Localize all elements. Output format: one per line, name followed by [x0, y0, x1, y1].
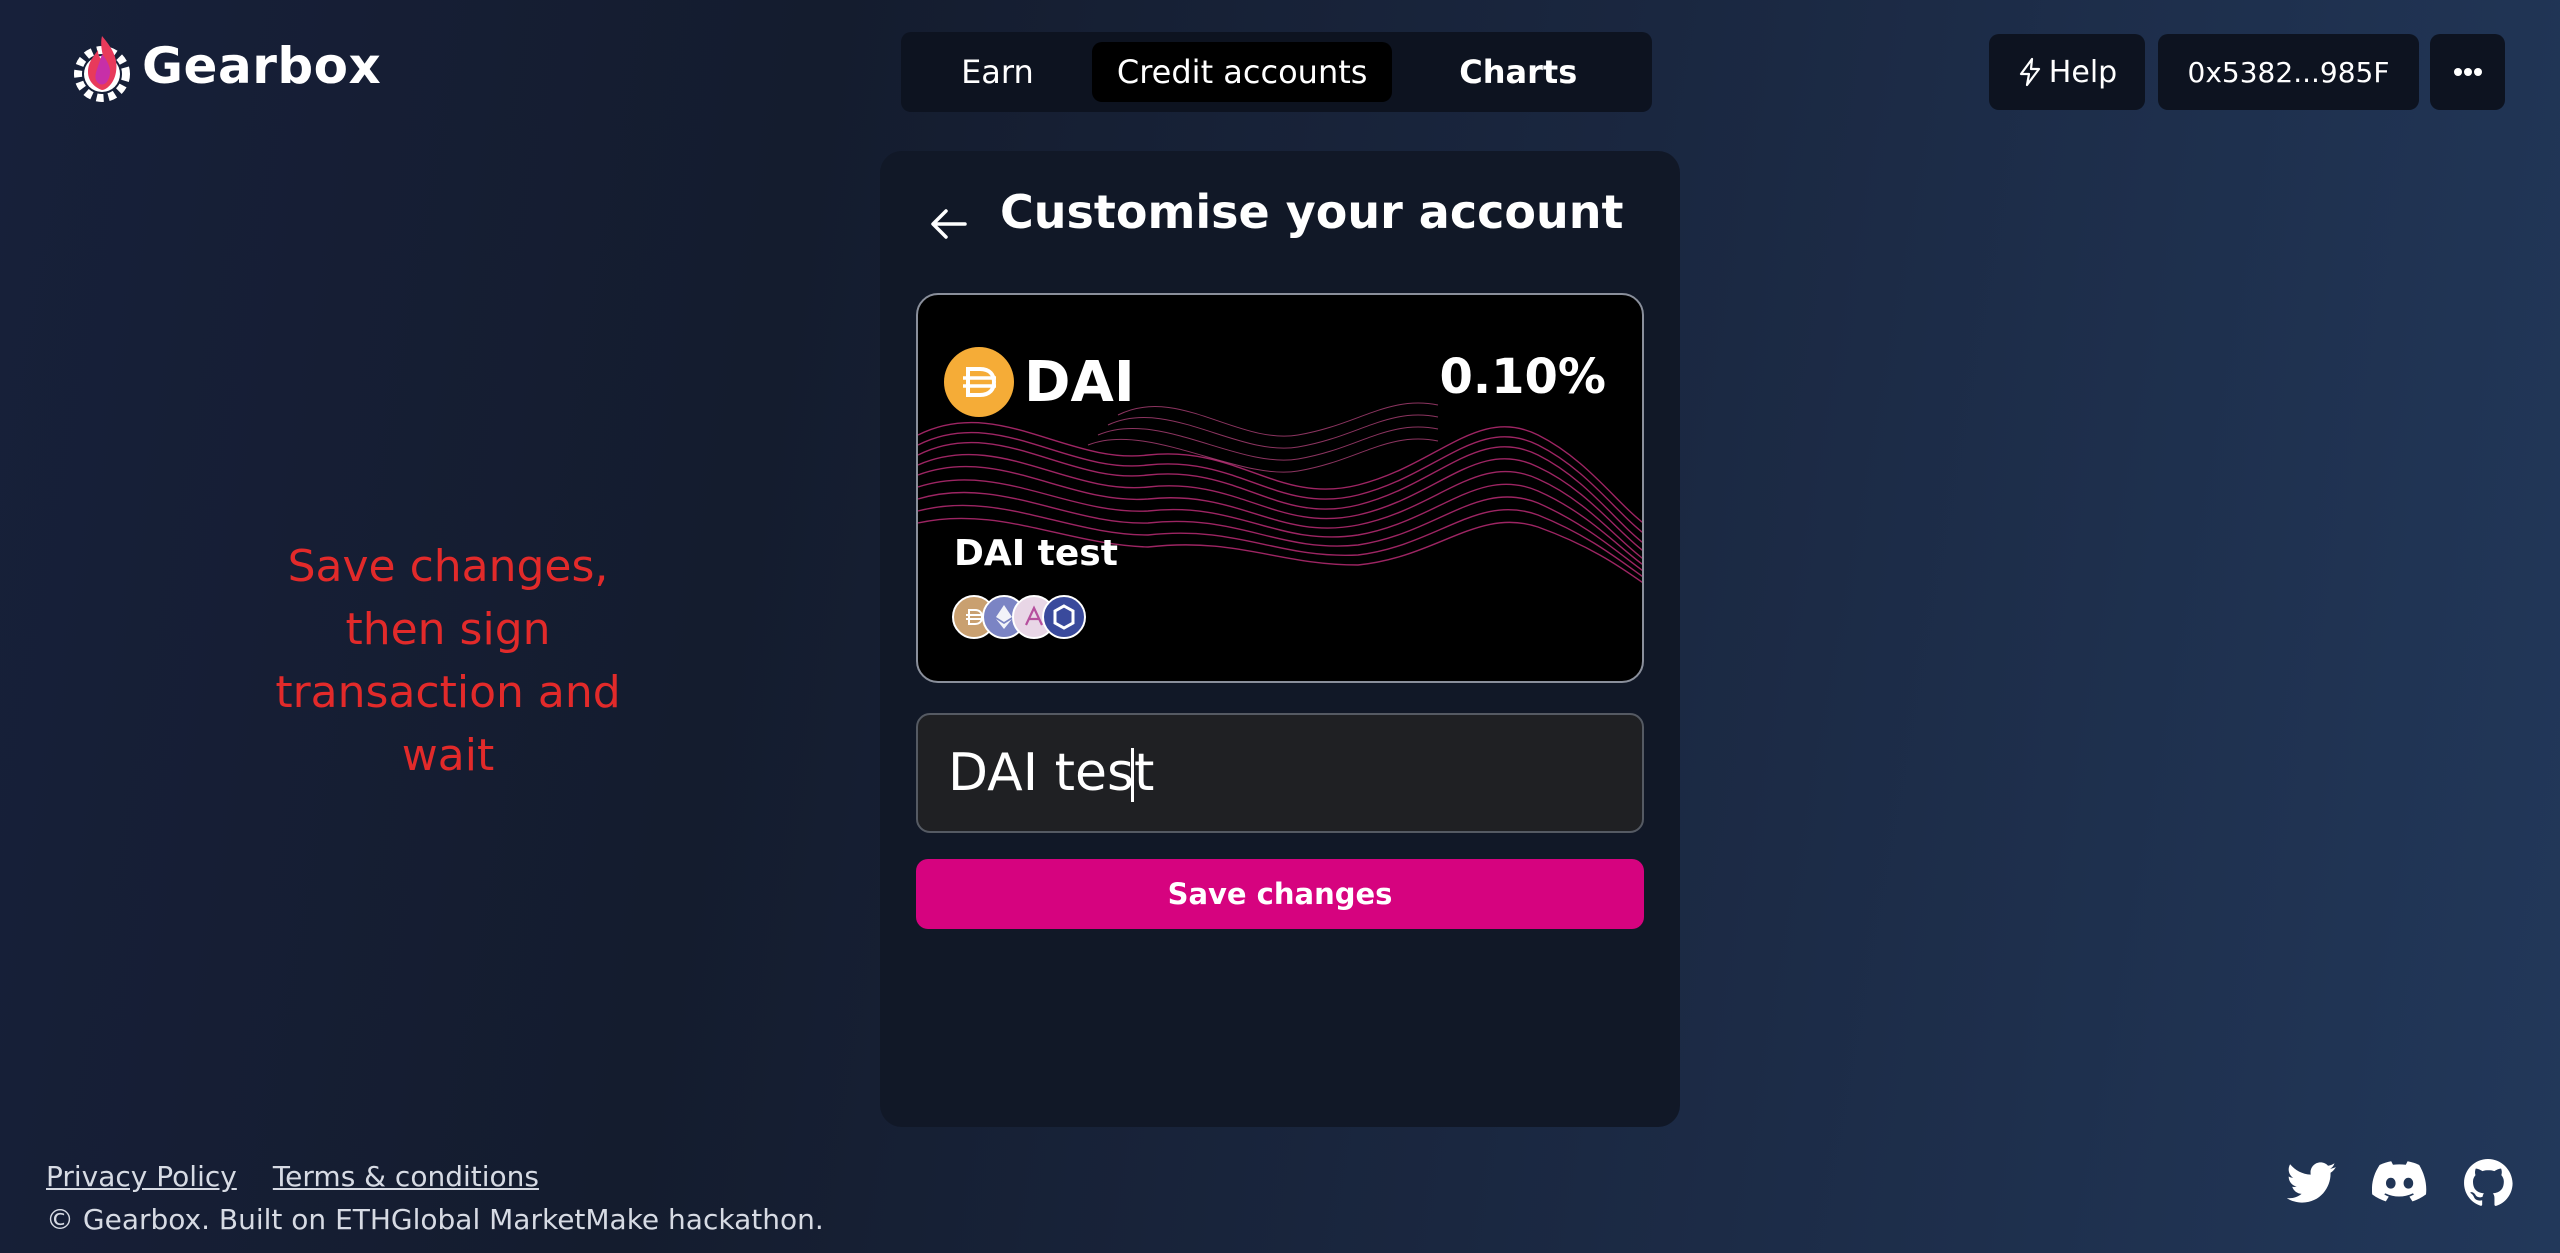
save-changes-button[interactable]: Save changes [916, 859, 1644, 929]
card-asset-icons [952, 595, 1086, 639]
footer-links: Privacy Policy Terms & conditions [46, 1160, 539, 1193]
discord-icon [2372, 1161, 2427, 1202]
terms-link[interactable]: Terms & conditions [273, 1160, 539, 1193]
page-title: Customise your account [1000, 185, 1624, 239]
privacy-policy-link[interactable]: Privacy Policy [46, 1160, 237, 1193]
text-caret [1131, 748, 1134, 802]
dai-icon [944, 347, 1014, 417]
logo-wordmark: Gearbox [142, 37, 382, 95]
customise-account-panel: Customise your account DAI 0.10% DAI tes… [880, 151, 1680, 1127]
copyright-text: © Gearbox. Built on ETHGlobal MarketMake… [46, 1203, 824, 1236]
token-symbol: DAI [1024, 349, 1135, 415]
more-horizontal-icon [2453, 68, 2482, 76]
account-name-field[interactable] [916, 713, 1644, 833]
interest-rate: 0.10% [1439, 349, 1606, 405]
discord-link[interactable] [2372, 1155, 2428, 1211]
main-nav: Earn Credit accounts Charts [901, 32, 1652, 112]
gearbox-logo-icon [74, 36, 130, 102]
nav-earn[interactable]: Earn [909, 42, 1086, 102]
nav-credit-accounts[interactable]: Credit accounts [1091, 42, 1393, 102]
card-token: DAI [944, 347, 1135, 417]
lightning-icon [2019, 57, 2040, 87]
card-account-name: DAI test [954, 533, 1118, 574]
arrow-left-icon [931, 209, 967, 239]
help-label: Help [2048, 54, 2118, 90]
back-button[interactable] [924, 199, 974, 249]
twitter-link[interactable] [2284, 1155, 2340, 1211]
gearbox-logo[interactable]: Gearbox [72, 30, 381, 102]
more-button[interactable] [2430, 34, 2505, 110]
github-link[interactable] [2460, 1155, 2516, 1211]
chainlink-icon [1042, 595, 1086, 639]
wallet-address-button[interactable]: 0x5382...985F [2158, 34, 2419, 110]
help-button[interactable]: Help [1989, 34, 2145, 110]
account-name-input[interactable] [948, 715, 1642, 831]
social-links [2284, 1155, 2516, 1211]
account-card: DAI 0.10% DAI test [916, 293, 1644, 683]
twitter-icon [2287, 1162, 2336, 1203]
nav-charts[interactable]: Charts [1392, 42, 1644, 102]
instruction-note: Save changes, then sign transaction and … [275, 541, 621, 781]
github-icon [2464, 1159, 2513, 1206]
